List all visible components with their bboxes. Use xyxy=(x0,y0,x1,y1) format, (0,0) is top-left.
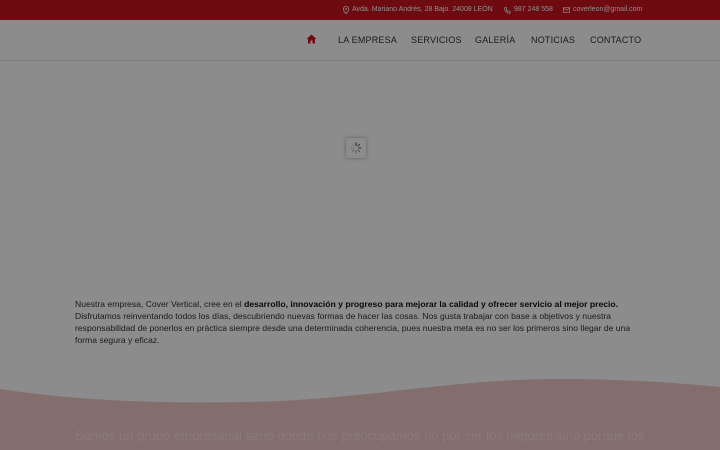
modal-overlay[interactable] xyxy=(0,0,720,450)
